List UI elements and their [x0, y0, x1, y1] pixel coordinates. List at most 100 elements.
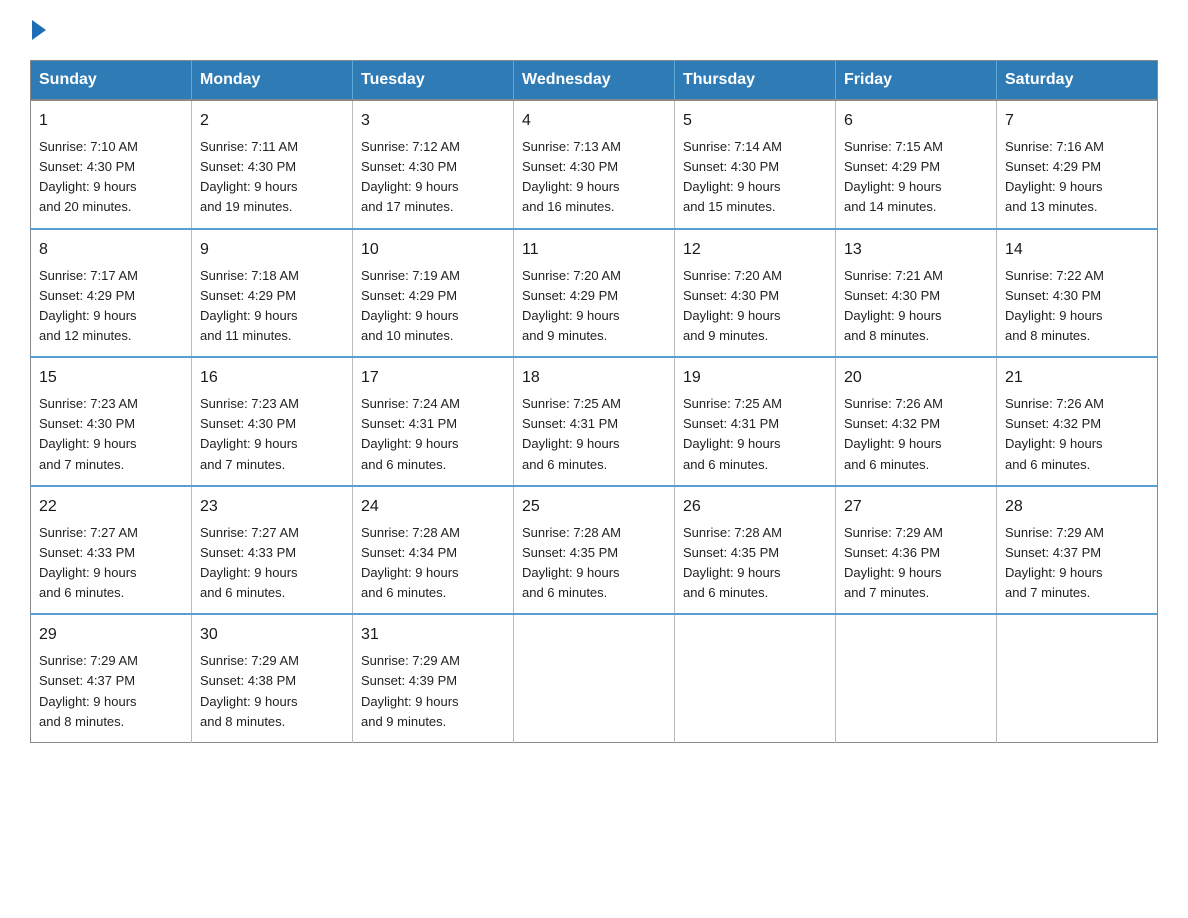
- weekday-header-thursday: Thursday: [675, 61, 836, 101]
- calendar-cell: 26 Sunrise: 7:28 AMSunset: 4:35 PMDaylig…: [675, 486, 836, 615]
- day-number: 3: [361, 109, 505, 133]
- calendar-cell: 18 Sunrise: 7:25 AMSunset: 4:31 PMDaylig…: [514, 357, 675, 486]
- day-info: Sunrise: 7:25 AMSunset: 4:31 PMDaylight:…: [683, 396, 782, 471]
- day-info: Sunrise: 7:23 AMSunset: 4:30 PMDaylight:…: [39, 396, 138, 471]
- calendar-cell: 14 Sunrise: 7:22 AMSunset: 4:30 PMDaylig…: [997, 229, 1158, 358]
- day-number: 20: [844, 366, 988, 390]
- day-info: Sunrise: 7:21 AMSunset: 4:30 PMDaylight:…: [844, 268, 943, 343]
- day-number: 29: [39, 623, 183, 647]
- day-number: 22: [39, 495, 183, 519]
- calendar-cell: 11 Sunrise: 7:20 AMSunset: 4:29 PMDaylig…: [514, 229, 675, 358]
- calendar-cell: 6 Sunrise: 7:15 AMSunset: 4:29 PMDayligh…: [836, 100, 997, 229]
- calendar-cell: [514, 614, 675, 742]
- day-number: 21: [1005, 366, 1149, 390]
- weekday-header-sunday: Sunday: [31, 61, 192, 101]
- day-number: 12: [683, 238, 827, 262]
- day-info: Sunrise: 7:27 AMSunset: 4:33 PMDaylight:…: [200, 525, 299, 600]
- day-info: Sunrise: 7:19 AMSunset: 4:29 PMDaylight:…: [361, 268, 460, 343]
- calendar-cell: 2 Sunrise: 7:11 AMSunset: 4:30 PMDayligh…: [192, 100, 353, 229]
- page-header: [30, 20, 1158, 42]
- calendar-cell: 24 Sunrise: 7:28 AMSunset: 4:34 PMDaylig…: [353, 486, 514, 615]
- day-info: Sunrise: 7:28 AMSunset: 4:35 PMDaylight:…: [683, 525, 782, 600]
- day-number: 27: [844, 495, 988, 519]
- day-info: Sunrise: 7:22 AMSunset: 4:30 PMDaylight:…: [1005, 268, 1104, 343]
- calendar-cell: 20 Sunrise: 7:26 AMSunset: 4:32 PMDaylig…: [836, 357, 997, 486]
- day-number: 6: [844, 109, 988, 133]
- calendar-cell: 12 Sunrise: 7:20 AMSunset: 4:30 PMDaylig…: [675, 229, 836, 358]
- day-number: 25: [522, 495, 666, 519]
- calendar-week-row: 15 Sunrise: 7:23 AMSunset: 4:30 PMDaylig…: [31, 357, 1158, 486]
- calendar-cell: 22 Sunrise: 7:27 AMSunset: 4:33 PMDaylig…: [31, 486, 192, 615]
- calendar-cell: 15 Sunrise: 7:23 AMSunset: 4:30 PMDaylig…: [31, 357, 192, 486]
- day-info: Sunrise: 7:16 AMSunset: 4:29 PMDaylight:…: [1005, 139, 1104, 214]
- calendar-cell: 19 Sunrise: 7:25 AMSunset: 4:31 PMDaylig…: [675, 357, 836, 486]
- day-info: Sunrise: 7:26 AMSunset: 4:32 PMDaylight:…: [1005, 396, 1104, 471]
- logo: [30, 20, 48, 42]
- calendar-cell: 3 Sunrise: 7:12 AMSunset: 4:30 PMDayligh…: [353, 100, 514, 229]
- calendar-cell: 1 Sunrise: 7:10 AMSunset: 4:30 PMDayligh…: [31, 100, 192, 229]
- calendar-cell: 9 Sunrise: 7:18 AMSunset: 4:29 PMDayligh…: [192, 229, 353, 358]
- day-number: 26: [683, 495, 827, 519]
- day-number: 4: [522, 109, 666, 133]
- calendar-cell: 25 Sunrise: 7:28 AMSunset: 4:35 PMDaylig…: [514, 486, 675, 615]
- day-number: 14: [1005, 238, 1149, 262]
- day-number: 23: [200, 495, 344, 519]
- calendar-table: SundayMondayTuesdayWednesdayThursdayFrid…: [30, 60, 1158, 743]
- day-number: 15: [39, 366, 183, 390]
- day-info: Sunrise: 7:12 AMSunset: 4:30 PMDaylight:…: [361, 139, 460, 214]
- day-number: 1: [39, 109, 183, 133]
- day-number: 30: [200, 623, 344, 647]
- calendar-cell: 4 Sunrise: 7:13 AMSunset: 4:30 PMDayligh…: [514, 100, 675, 229]
- day-number: 24: [361, 495, 505, 519]
- day-info: Sunrise: 7:29 AMSunset: 4:38 PMDaylight:…: [200, 653, 299, 728]
- weekday-header-friday: Friday: [836, 61, 997, 101]
- day-info: Sunrise: 7:15 AMSunset: 4:29 PMDaylight:…: [844, 139, 943, 214]
- calendar-cell: 21 Sunrise: 7:26 AMSunset: 4:32 PMDaylig…: [997, 357, 1158, 486]
- day-info: Sunrise: 7:29 AMSunset: 4:37 PMDaylight:…: [1005, 525, 1104, 600]
- day-info: Sunrise: 7:14 AMSunset: 4:30 PMDaylight:…: [683, 139, 782, 214]
- day-number: 2: [200, 109, 344, 133]
- calendar-cell: 30 Sunrise: 7:29 AMSunset: 4:38 PMDaylig…: [192, 614, 353, 742]
- day-info: Sunrise: 7:20 AMSunset: 4:30 PMDaylight:…: [683, 268, 782, 343]
- day-info: Sunrise: 7:29 AMSunset: 4:36 PMDaylight:…: [844, 525, 943, 600]
- day-info: Sunrise: 7:18 AMSunset: 4:29 PMDaylight:…: [200, 268, 299, 343]
- calendar-cell: 31 Sunrise: 7:29 AMSunset: 4:39 PMDaylig…: [353, 614, 514, 742]
- logo-triangle-icon: [32, 20, 46, 40]
- calendar-cell: 23 Sunrise: 7:27 AMSunset: 4:33 PMDaylig…: [192, 486, 353, 615]
- calendar-cell: 13 Sunrise: 7:21 AMSunset: 4:30 PMDaylig…: [836, 229, 997, 358]
- calendar-week-row: 29 Sunrise: 7:29 AMSunset: 4:37 PMDaylig…: [31, 614, 1158, 742]
- weekday-header-monday: Monday: [192, 61, 353, 101]
- day-info: Sunrise: 7:28 AMSunset: 4:34 PMDaylight:…: [361, 525, 460, 600]
- calendar-cell: 28 Sunrise: 7:29 AMSunset: 4:37 PMDaylig…: [997, 486, 1158, 615]
- day-number: 19: [683, 366, 827, 390]
- calendar-cell: 7 Sunrise: 7:16 AMSunset: 4:29 PMDayligh…: [997, 100, 1158, 229]
- day-number: 28: [1005, 495, 1149, 519]
- day-info: Sunrise: 7:20 AMSunset: 4:29 PMDaylight:…: [522, 268, 621, 343]
- day-number: 16: [200, 366, 344, 390]
- day-info: Sunrise: 7:28 AMSunset: 4:35 PMDaylight:…: [522, 525, 621, 600]
- day-info: Sunrise: 7:25 AMSunset: 4:31 PMDaylight:…: [522, 396, 621, 471]
- day-number: 31: [361, 623, 505, 647]
- day-number: 7: [1005, 109, 1149, 133]
- day-info: Sunrise: 7:11 AMSunset: 4:30 PMDaylight:…: [200, 139, 298, 214]
- calendar-header-row: SundayMondayTuesdayWednesdayThursdayFrid…: [31, 61, 1158, 101]
- weekday-header-tuesday: Tuesday: [353, 61, 514, 101]
- calendar-cell: [997, 614, 1158, 742]
- day-number: 17: [361, 366, 505, 390]
- calendar-week-row: 22 Sunrise: 7:27 AMSunset: 4:33 PMDaylig…: [31, 486, 1158, 615]
- calendar-cell: 5 Sunrise: 7:14 AMSunset: 4:30 PMDayligh…: [675, 100, 836, 229]
- day-info: Sunrise: 7:23 AMSunset: 4:30 PMDaylight:…: [200, 396, 299, 471]
- day-info: Sunrise: 7:17 AMSunset: 4:29 PMDaylight:…: [39, 268, 138, 343]
- calendar-cell: [836, 614, 997, 742]
- day-info: Sunrise: 7:10 AMSunset: 4:30 PMDaylight:…: [39, 139, 138, 214]
- day-number: 10: [361, 238, 505, 262]
- day-number: 8: [39, 238, 183, 262]
- day-number: 11: [522, 238, 666, 262]
- calendar-cell: 16 Sunrise: 7:23 AMSunset: 4:30 PMDaylig…: [192, 357, 353, 486]
- day-number: 9: [200, 238, 344, 262]
- day-info: Sunrise: 7:29 AMSunset: 4:37 PMDaylight:…: [39, 653, 138, 728]
- calendar-cell: 17 Sunrise: 7:24 AMSunset: 4:31 PMDaylig…: [353, 357, 514, 486]
- calendar-body: 1 Sunrise: 7:10 AMSunset: 4:30 PMDayligh…: [31, 100, 1158, 742]
- day-number: 5: [683, 109, 827, 133]
- calendar-cell: [675, 614, 836, 742]
